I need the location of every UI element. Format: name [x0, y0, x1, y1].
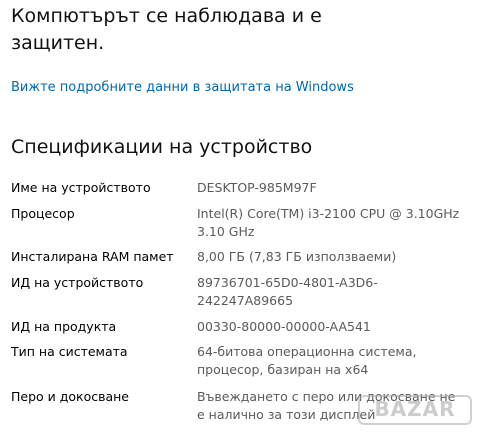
spec-label: ИД на устройството — [11, 275, 144, 290]
spec-value[interactable]: 89736701-65D0-4801-A3D6-242247A89665 — [197, 274, 467, 310]
spec-value[interactable]: Intel(R) Core(TM) i3-2100 CPU @ 3.10GHz … — [197, 205, 467, 241]
spec-value[interactable]: DESKTOP-985M97F — [197, 179, 467, 197]
protection-status-heading: Компютърът се наблюдава и е защитен. — [11, 5, 322, 54]
windows-security-details-link[interactable]: Вижте подробните данни в защитата на Win… — [11, 79, 354, 97]
spec-label: Инсталирана RAM памет — [11, 249, 174, 264]
device-specs-heading: Спецификации на устройство — [11, 136, 313, 158]
about-page: Компютърът се наблюдава и е защитен. Виж… — [0, 0, 480, 437]
spec-label: ИД на продукта — [11, 319, 117, 334]
spec-label: Тип на системата — [11, 344, 128, 359]
spec-label: Име на устройството — [11, 180, 151, 195]
spec-value[interactable]: 00330-80000-00000-AA541 — [197, 318, 467, 336]
spec-value[interactable]: 64-битова операционна система, процесор,… — [197, 343, 467, 379]
bazar-watermark-logo: BAZAR — [358, 395, 472, 425]
spec-label: Процесор — [11, 206, 75, 221]
spec-value[interactable]: 8,00 ГБ (7,83 ГБ използваеми) — [197, 248, 467, 266]
spec-label: Перо и докосване — [11, 389, 129, 404]
